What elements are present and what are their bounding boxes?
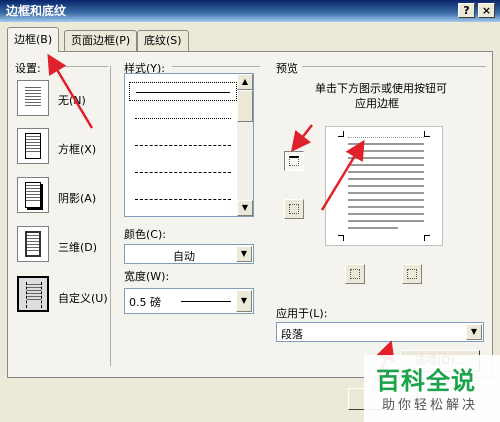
preview-hint-line1: 单击下方图示或使用按钮可 bbox=[315, 82, 447, 95]
chevron-down-icon[interactable]: ▼ bbox=[236, 246, 252, 262]
width-value: 0.5 磅 bbox=[129, 296, 161, 309]
setting-none-label[interactable]: 无(N) bbox=[58, 92, 86, 108]
scroll-down-icon[interactable]: ▼ bbox=[237, 200, 253, 216]
apply-to-label: 应用于(L): bbox=[276, 307, 328, 320]
color-select[interactable]: 自动 ▼ bbox=[124, 244, 254, 264]
tab-page-border[interactable]: 页面边框(P) bbox=[64, 30, 138, 51]
preview-label: 预览 bbox=[276, 62, 298, 75]
setting-none-icon[interactable] bbox=[17, 80, 49, 116]
tab-borders[interactable]: 边框(B) bbox=[7, 27, 60, 52]
setting-box-icon[interactable] bbox=[17, 128, 49, 164]
watermark-subtitle: 助你轻松解决 bbox=[382, 398, 479, 413]
preview-divider bbox=[302, 66, 486, 67]
color-value: 自动 bbox=[173, 250, 195, 263]
style-divider bbox=[172, 66, 260, 67]
preview-diagram[interactable] bbox=[325, 126, 443, 246]
left-border-button[interactable] bbox=[345, 264, 365, 284]
chevron-down-icon[interactable]: ▼ bbox=[236, 290, 252, 312]
apply-to-value: 段落 bbox=[281, 328, 303, 341]
style-item-dotted[interactable] bbox=[129, 109, 237, 128]
setting-3d-label[interactable]: 三维(D) bbox=[58, 239, 97, 255]
settings-divider bbox=[48, 66, 108, 67]
style-item-dashed[interactable] bbox=[129, 136, 237, 155]
tab-shading[interactable]: 底纹(S) bbox=[137, 30, 189, 51]
setting-custom-label[interactable]: 自定义(U) bbox=[58, 290, 108, 306]
apply-to-select[interactable]: 段落 ▼ bbox=[276, 322, 484, 342]
inside-horizontal-border-button[interactable] bbox=[284, 199, 304, 219]
right-border-button[interactable] bbox=[402, 264, 422, 284]
style-item-solid[interactable] bbox=[129, 82, 237, 101]
width-sample-line bbox=[181, 301, 231, 302]
scroll-up-icon[interactable]: ▲ bbox=[237, 74, 253, 90]
style-scrollbar[interactable]: ▲ ▼ bbox=[237, 74, 253, 216]
dialog-title: 边框和底纹 bbox=[6, 4, 67, 18]
chevron-down-icon[interactable]: ▼ bbox=[466, 324, 482, 340]
style-item-dash-dot[interactable] bbox=[129, 190, 237, 209]
borders-shading-dialog: 边框和底纹 ? × 边框(B) 页面边框(P) 底纹(S) 设置: 无(N) 方… bbox=[0, 0, 500, 422]
preview-hint-line2: 应用边框 bbox=[355, 97, 399, 110]
setting-custom-icon[interactable] bbox=[17, 276, 49, 312]
setting-3d-icon[interactable] bbox=[17, 226, 49, 262]
color-label: 颜色(C): bbox=[124, 228, 166, 241]
watermark-title: 百科全说 bbox=[376, 367, 476, 395]
width-select[interactable]: 0.5 磅 ▼ bbox=[124, 288, 254, 314]
close-button[interactable]: × bbox=[478, 3, 495, 18]
help-button[interactable]: ? bbox=[458, 3, 475, 18]
setting-shadow-icon[interactable] bbox=[17, 177, 49, 213]
column-divider bbox=[110, 66, 111, 366]
style-listbox[interactable]: ▲ ▼ bbox=[124, 73, 254, 217]
scroll-thumb[interactable] bbox=[237, 90, 253, 122]
top-border-button[interactable] bbox=[284, 151, 304, 171]
settings-label: 设置: bbox=[15, 62, 41, 75]
watermark-logo: 百科全说 助你轻松解决 bbox=[364, 355, 500, 422]
setting-box-label[interactable]: 方框(X) bbox=[58, 141, 96, 157]
setting-shadow-label[interactable]: 阴影(A) bbox=[58, 190, 96, 206]
width-label: 宽度(W): bbox=[124, 270, 170, 283]
style-item-dashed-long[interactable] bbox=[129, 163, 237, 182]
title-bar: 边框和底纹 bbox=[0, 0, 500, 22]
